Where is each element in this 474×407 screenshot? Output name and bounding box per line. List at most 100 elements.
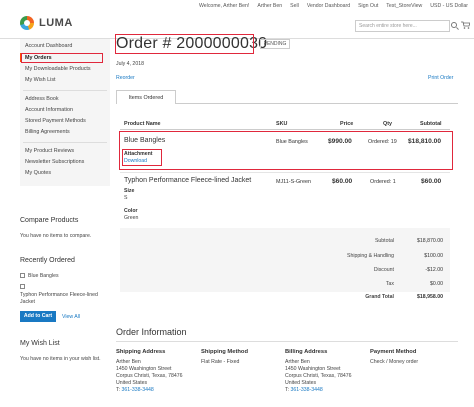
item-name: Blue Bangles [124, 137, 166, 144]
vendor-dashboard-link[interactable]: Vendor Dashboard [307, 3, 350, 9]
address-line: Arther Ben [285, 359, 310, 365]
payment-method-value: Check / Money order [370, 359, 419, 365]
item-sku: Blue Bangles [276, 139, 308, 145]
totals-label-discount: Discount [373, 267, 394, 273]
attachment-download-link[interactable]: Download [124, 158, 147, 164]
highlight-item-row [119, 131, 453, 170]
address-line: Corpus Christi, Texas, 78476 [116, 373, 183, 379]
sidebar-item-address-book[interactable]: Address Book [25, 96, 59, 102]
shipping-address-block: Arther Ben 1450 Washington Street Corpus… [116, 359, 183, 394]
sidebar-item-stored-payment-methods[interactable]: Stored Payment Methods [25, 118, 86, 124]
sidebar-divider [23, 90, 107, 91]
recent-item-link[interactable]: Typhon Performance Fleece-lined Jacket [20, 292, 105, 306]
address-phone: T: 361-338-3448 [285, 387, 352, 394]
cart-icon[interactable] [461, 21, 470, 29]
compare-title: Compare Products [20, 217, 79, 224]
store-view-switcher[interactable]: Test_StoreView [386, 3, 422, 9]
sidebar-divider [23, 142, 107, 143]
totals-label-subtotal: Subtotal [374, 238, 394, 244]
welcome-text: Welcome, Arther Ben! [199, 3, 250, 9]
wishlist-empty-text: You have no items in your wish list. [20, 356, 101, 362]
logo[interactable]: LUMA [20, 16, 73, 30]
phone-prefix: T: [285, 387, 290, 393]
print-order-link[interactable]: Print Order [428, 75, 453, 81]
recent-item-checkbox[interactable] [20, 284, 25, 289]
recent-item-checkbox[interactable] [20, 273, 25, 278]
color-label: Color [124, 208, 138, 214]
item-subtotal: $18,810.00 [408, 138, 442, 145]
search-icon[interactable] [451, 22, 457, 28]
tab-items-ordered[interactable]: Items Ordered [116, 90, 176, 104]
address-line: United States [116, 380, 148, 386]
currency-switcher[interactable]: USD - US Dollar [430, 3, 468, 9]
view-all-link[interactable]: View All [62, 314, 80, 320]
totals-value-grand-total: $18,958.00 [417, 294, 443, 300]
highlight-order-title [115, 34, 254, 54]
size-label: Size [124, 188, 135, 194]
shipping-method-title: Shipping Method [201, 349, 249, 355]
totals-label-grand-total: Grand Total [365, 294, 394, 300]
status-badge: PENDING [260, 39, 290, 49]
column-header-qty: Qty [383, 121, 392, 127]
sidebar-item-wish-list[interactable]: My Wish List [25, 77, 56, 83]
sidebar-item-billing-agreements[interactable]: Billing Agreements [25, 129, 70, 135]
sidebar-item-product-reviews[interactable]: My Product Reviews [25, 148, 74, 154]
column-header-sku: SKU [276, 121, 288, 127]
color-value: Green [124, 215, 139, 221]
item-qty: Ordered: 19 [368, 139, 397, 145]
order-info-divider [116, 341, 458, 342]
address-line: United States [285, 380, 317, 386]
recently-ordered-title: Recently Ordered [20, 257, 75, 264]
totals-label-tax: Tax [385, 281, 394, 287]
account-menu-link[interactable]: Arther Ben [257, 3, 282, 9]
billing-address-block: Arther Ben 1450 Washington Street Corpus… [285, 359, 352, 394]
sell-link[interactable]: Sell [290, 3, 299, 9]
phone-link[interactable]: 361-338-3448 [122, 387, 154, 393]
address-line: 1450 Washington Street [116, 366, 172, 372]
sidebar-item-my-quotes[interactable]: My Quotes [25, 170, 51, 176]
order-info-title: Order Information [116, 327, 187, 337]
highlight-my-orders [21, 53, 103, 63]
column-header-subtotal: Subtotal [420, 121, 442, 127]
sidebar-item-newsletter[interactable]: Newsletter Subscriptions [25, 159, 84, 165]
tab-divider [176, 103, 458, 104]
shipping-method-value: Flat Rate - Fixed [201, 359, 240, 365]
address-phone: T: 361-338-3448 [116, 387, 183, 394]
address-line: 1450 Washington Street [285, 366, 341, 372]
phone-prefix: T: [116, 387, 121, 393]
attachment-label: Attachment [124, 151, 153, 157]
wishlist-title: My Wish List [20, 340, 60, 347]
item-name: Typhon Performance Fleece-lined Jacket [124, 177, 252, 184]
item-price: $990.00 [328, 138, 352, 145]
item-price: $60.00 [332, 178, 353, 185]
item-sku: MJ11-S-Green [276, 179, 311, 185]
sidebar-item-downloadable-products[interactable]: My Downloadable Products [25, 66, 91, 72]
recent-item-link[interactable]: Blue Bangles [28, 273, 59, 279]
totals-value-subtotal: $18,870.00 [417, 238, 443, 244]
reorder-link[interactable]: Reorder [116, 75, 135, 81]
table-header-divider [120, 129, 450, 130]
sign-out-link[interactable]: Sign Out [358, 3, 378, 9]
address-line: Arther Ben [116, 359, 141, 365]
phone-link[interactable]: 361-338-3448 [291, 387, 323, 393]
totals-label-shipping: Shipping & Handling [346, 253, 394, 259]
payment-method-title: Payment Method [370, 349, 417, 355]
column-header-product: Product Name [124, 121, 161, 127]
compare-empty-text: You have no items to compare. [20, 233, 92, 239]
sidebar-item-account-information[interactable]: Account Information [25, 107, 73, 113]
luma-logo-icon [20, 16, 34, 30]
item-subtotal: $60.00 [421, 178, 442, 185]
order-date: July 4, 2018 [116, 61, 144, 67]
item-qty: Ordered: 1 [370, 179, 396, 185]
row-divider [120, 172, 450, 173]
totals-value-discount: -$12.00 [425, 267, 443, 273]
search-input[interactable]: Search entire store here... [355, 20, 450, 32]
address-line: Corpus Christi, Texas, 78476 [285, 373, 352, 379]
totals-value-tax: $0.00 [430, 281, 443, 287]
sidebar-item-account-dashboard[interactable]: Account Dashboard [25, 43, 72, 49]
totals-value-shipping: $100.00 [424, 253, 443, 259]
top-links: Welcome, Arther Ben! Arther Ben Sell Ven… [199, 3, 468, 9]
shipping-address-title: Shipping Address [116, 349, 166, 355]
add-to-cart-button[interactable]: Add to Cart [20, 311, 56, 322]
size-value: S [124, 195, 128, 201]
